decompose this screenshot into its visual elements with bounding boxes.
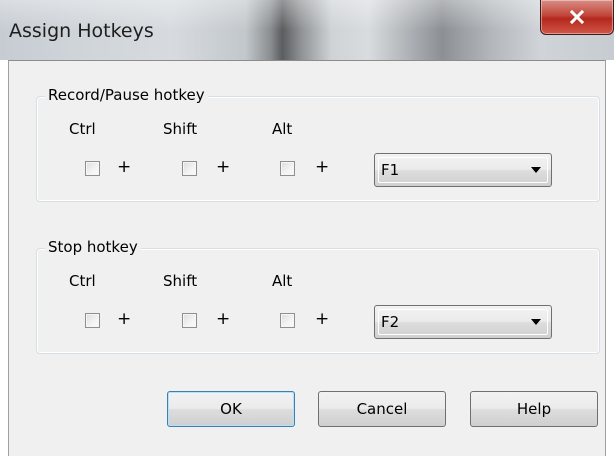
record-shift-checkbox[interactable] [182, 161, 197, 176]
record-ctrl-checkbox[interactable] [85, 161, 100, 176]
close-button[interactable] [540, 0, 614, 35]
window-title: Assign Hotkeys [9, 20, 154, 42]
ok-button[interactable]: OK [167, 391, 295, 427]
stop-ctrl-label: Ctrl [69, 272, 96, 290]
stop-shift-checkbox[interactable] [182, 313, 197, 328]
record-shift-label: Shift [163, 120, 198, 138]
stop-plus-2: + [216, 309, 231, 329]
assign-hotkeys-dialog: Assign Hotkeys Record/Pause hotkey Ctrl … [0, 0, 614, 456]
stop-alt-label: Alt [272, 272, 293, 290]
help-button[interactable]: Help [470, 391, 598, 427]
record-key-value: F1 [381, 161, 400, 179]
record-pause-group: Record/Pause hotkey Ctrl Shift Alt + + +… [36, 86, 600, 202]
dialog-body: Record/Pause hotkey Ctrl Shift Alt + + +… [8, 60, 606, 456]
stop-plus-1: + [117, 309, 132, 329]
record-plus-1: + [117, 157, 132, 177]
record-alt-label: Alt [272, 120, 293, 138]
stop-ctrl-checkbox[interactable] [85, 313, 100, 328]
record-ctrl-label: Ctrl [69, 120, 96, 138]
stop-group: Stop hotkey Ctrl Shift Alt + + + F2 [36, 238, 600, 354]
cancel-button[interactable]: Cancel [318, 391, 446, 427]
record-pause-group-label: Record/Pause hotkey [45, 86, 208, 104]
stop-alt-checkbox[interactable] [280, 313, 295, 328]
record-key-dropdown[interactable]: F1 [374, 153, 552, 187]
stop-key-dropdown[interactable]: F2 [374, 305, 552, 339]
record-plus-2: + [216, 157, 231, 177]
stop-key-value: F2 [381, 313, 400, 331]
stop-plus-3: + [315, 309, 330, 329]
dropdown-arrow-icon [531, 167, 541, 173]
close-icon [569, 9, 585, 25]
stop-shift-label: Shift [163, 272, 198, 290]
record-alt-checkbox[interactable] [280, 161, 295, 176]
stop-group-label: Stop hotkey [45, 238, 141, 256]
record-plus-3: + [315, 157, 330, 177]
dropdown-arrow-icon [531, 319, 541, 325]
title-bar[interactable]: Assign Hotkeys [0, 0, 614, 60]
